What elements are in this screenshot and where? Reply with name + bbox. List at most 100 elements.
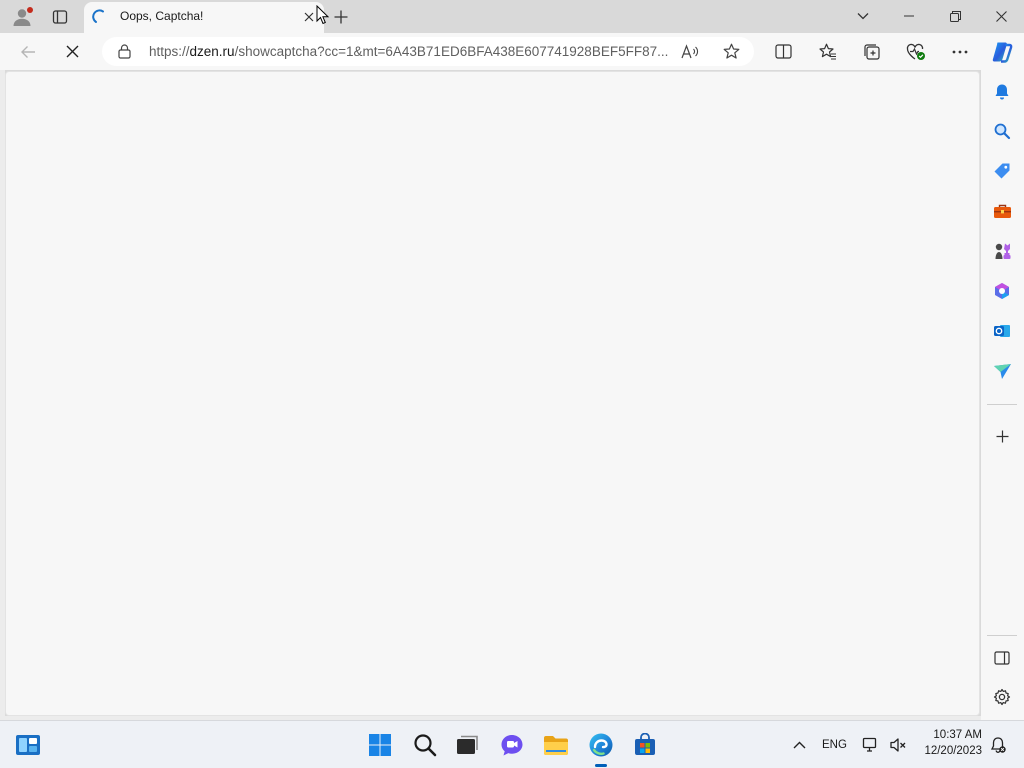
favorites-icon — [819, 43, 836, 60]
sidebar-settings-button[interactable] — [989, 684, 1015, 710]
close-window-button[interactable] — [978, 0, 1024, 32]
split-screen-icon — [774, 44, 792, 59]
star-icon — [723, 43, 739, 59]
sidebar-hide-button[interactable] — [989, 645, 1015, 671]
edge-taskbar-button[interactable] — [585, 729, 617, 761]
microsoft-store-button[interactable] — [629, 729, 661, 761]
sidebar-microsoft365-button[interactable] — [989, 278, 1015, 304]
tab-strip: Oops, Captcha! — [0, 0, 1024, 33]
read-aloud-button[interactable] — [678, 40, 702, 63]
edge-sidebar — [981, 70, 1024, 720]
edge-icon — [589, 733, 613, 757]
toolbox-icon — [993, 204, 1011, 218]
folder-icon — [544, 736, 568, 755]
browser-essentials-icon — [906, 43, 925, 60]
back-arrow-icon — [21, 45, 35, 58]
back-button[interactable] — [13, 37, 43, 66]
site-info-button[interactable] — [116, 43, 132, 59]
windows-logo-icon — [369, 734, 391, 756]
paper-plane-icon — [993, 363, 1011, 379]
read-aloud-icon — [681, 43, 698, 58]
bell-icon — [995, 84, 1009, 100]
loading-spinner-icon — [92, 9, 104, 23]
minimize-button[interactable] — [886, 0, 932, 32]
sidebar-shopping-button[interactable] — [989, 158, 1015, 184]
widgets-button[interactable] — [12, 729, 44, 761]
chevron-down-icon — [857, 13, 869, 20]
start-button[interactable] — [364, 729, 396, 761]
task-view-button[interactable] — [451, 729, 483, 761]
copilot-button[interactable] — [987, 37, 1017, 66]
taskbar-search-button[interactable] — [409, 729, 441, 761]
settings-and-more-button[interactable] — [945, 37, 975, 66]
chat-icon — [501, 735, 523, 756]
widgets-icon — [16, 735, 40, 755]
microsoft365-icon — [995, 283, 1009, 299]
task-view-icon — [457, 735, 478, 754]
restore-icon — [949, 10, 961, 22]
mouse-cursor-icon — [316, 5, 330, 25]
chess-pieces-icon — [995, 243, 1011, 259]
tab-search-button[interactable] — [840, 0, 886, 32]
url-host: dzen.ru — [189, 44, 235, 59]
teams-chat-button[interactable] — [496, 729, 528, 761]
restore-button[interactable] — [932, 0, 978, 32]
store-icon — [635, 733, 655, 755]
stop-loading-icon — [66, 45, 78, 58]
browser-essentials-button[interactable] — [901, 37, 931, 66]
outlook-icon — [994, 325, 1010, 337]
clock-date[interactable]: 12/20/2023 — [916, 745, 982, 757]
hide-sidebar-icon — [994, 651, 1010, 665]
notification-center-button[interactable] — [985, 729, 1011, 761]
sidebar-games-button[interactable] — [989, 238, 1015, 264]
sidebar-divider — [987, 635, 1017, 636]
favorites-button[interactable] — [813, 37, 843, 66]
lock-icon — [117, 43, 131, 59]
taskbar: ENG 10:37 AM 12/20/2023 — [0, 720, 1024, 768]
network-status-button[interactable] — [858, 729, 884, 761]
sidebar-tools-button[interactable] — [989, 198, 1015, 224]
file-explorer-button[interactable] — [540, 729, 572, 761]
search-icon — [414, 734, 437, 757]
tab-title: Oops, Captcha! — [120, 9, 204, 23]
sidebar-search-button[interactable] — [989, 118, 1015, 144]
language-indicator[interactable]: ENG — [822, 739, 847, 751]
sidebar-add-button[interactable] — [989, 423, 1015, 449]
profile-notification-dot — [27, 7, 33, 13]
split-screen-button[interactable] — [768, 37, 798, 66]
profile-button[interactable] — [8, 4, 36, 30]
stop-loading-button[interactable] — [57, 37, 87, 66]
collections-button[interactable] — [857, 37, 887, 66]
network-icon — [862, 737, 877, 752]
url-text[interactable]: https://dzen.ru/showcaptcha?cc=1&mt=6A43… — [149, 44, 668, 59]
tab-active[interactable]: Oops, Captcha! — [84, 2, 324, 33]
chevron-up-icon — [793, 741, 805, 749]
copilot-icon — [992, 42, 1013, 63]
more-icon — [952, 50, 968, 53]
navigation-toolbar: https://dzen.ru/showcaptcha?cc=1&mt=6A43… — [0, 33, 1024, 70]
volume-button[interactable] — [885, 729, 911, 761]
sidebar-divider — [987, 404, 1017, 405]
page-viewport[interactable] — [5, 71, 980, 716]
sidebar-send-button[interactable] — [989, 358, 1015, 384]
address-bar[interactable]: https://dzen.ru/showcaptcha?cc=1&mt=6A43… — [102, 37, 754, 66]
tab-actions-icon — [52, 10, 68, 24]
new-tab-button[interactable] — [328, 4, 354, 30]
show-hidden-icons-button[interactable] — [785, 729, 813, 761]
collections-icon — [864, 43, 880, 60]
url-path: /showcaptcha?cc=1&mt=6A43B71ED6BFA438E60… — [234, 44, 669, 59]
search-icon — [994, 123, 1011, 140]
add-favorite-button[interactable] — [719, 40, 743, 63]
sidebar-outlook-button[interactable] — [989, 318, 1015, 344]
close-icon — [995, 10, 1007, 22]
notification-bell-icon — [990, 737, 1006, 753]
tag-icon — [994, 163, 1010, 179]
volume-muted-icon — [890, 738, 906, 752]
gear-icon — [993, 688, 1011, 706]
close-icon — [304, 12, 314, 22]
sidebar-notifications-button[interactable] — [989, 79, 1015, 105]
plus-icon — [996, 430, 1008, 442]
clock-time[interactable]: 10:37 AM — [920, 729, 982, 741]
tab-actions-button[interactable] — [46, 4, 74, 30]
active-app-indicator — [595, 764, 607, 767]
